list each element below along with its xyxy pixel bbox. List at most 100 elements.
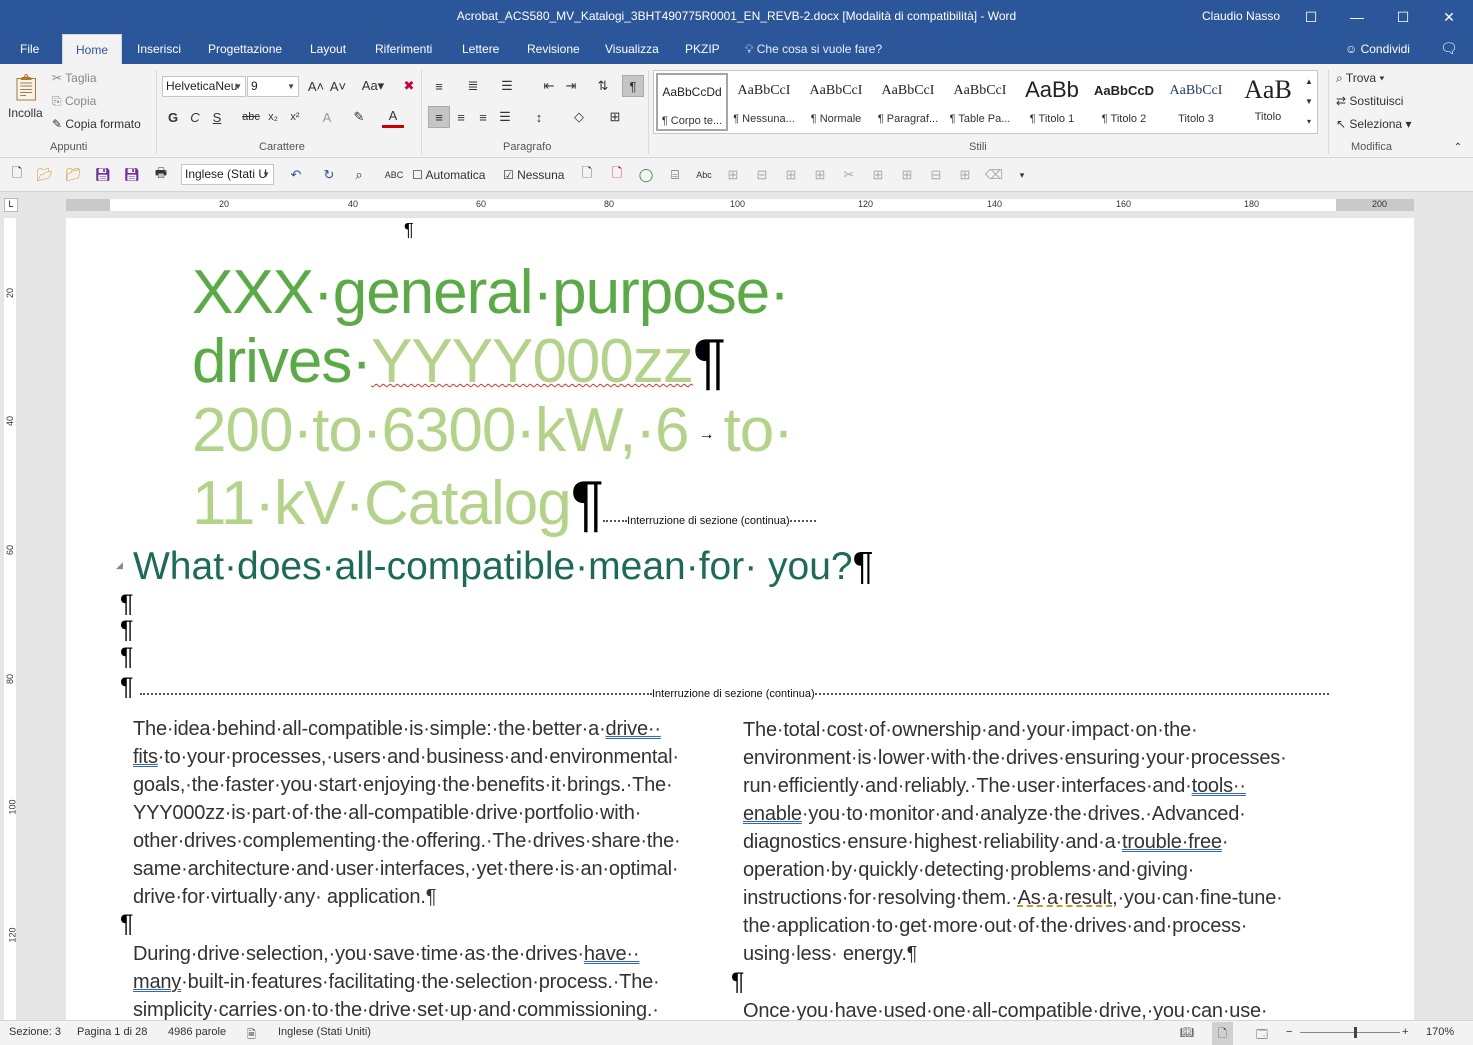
- table-insert-icon[interactable]: ⊞: [722, 164, 744, 186]
- tab-mailings[interactable]: Lettere: [456, 34, 505, 64]
- find-button[interactable]: ⌕ Trova ▾: [1336, 71, 1384, 86]
- page-alert-icon[interactable]: 🗋︎: [606, 164, 628, 186]
- tab-references[interactable]: Riferimenti: [369, 34, 438, 64]
- document-page[interactable]: ¶ XXX·general·purpose· drives·YYYY000zz¶…: [66, 218, 1414, 1020]
- tab-insert[interactable]: Inserisci: [131, 34, 187, 64]
- zoom-in-icon[interactable]: +: [1402, 1026, 1408, 1038]
- tab-view[interactable]: Visualizza: [599, 34, 665, 64]
- styles-more-icon[interactable]: ▾: [1302, 111, 1316, 131]
- styles-scroll-up-icon[interactable]: ▲: [1302, 71, 1316, 91]
- page-indicator[interactable]: Pagina 1 di 28: [77, 1026, 147, 1038]
- table-row-icon[interactable]: ⊞: [780, 164, 802, 186]
- table-cut-icon[interactable]: ✂: [838, 164, 860, 186]
- style-heading-3[interactable]: AaBbCcI Titolo 3: [1160, 73, 1232, 131]
- align-left-icon[interactable]: ≡: [428, 106, 450, 128]
- table-delete-icon[interactable]: ⊟: [751, 164, 773, 186]
- table-eraser-icon[interactable]: ⌫: [983, 164, 1005, 186]
- zoom-slider-track[interactable]: [1300, 1032, 1400, 1033]
- tab-design[interactable]: Progettazione: [202, 34, 288, 64]
- grow-font-icon[interactable]: A˄: [305, 75, 327, 97]
- underline-icon[interactable]: S: [206, 106, 228, 128]
- table-split-icon[interactable]: ⊞: [896, 164, 918, 186]
- line-spacing-icon[interactable]: ↕: [528, 106, 550, 128]
- format-painter-button[interactable]: ✎ Copia formato: [52, 117, 141, 131]
- multilevel-list-icon[interactable]: ☰: [496, 75, 518, 97]
- comments-icon[interactable]: 🗨︎: [1440, 40, 1458, 57]
- tab-home[interactable]: Home: [62, 34, 122, 64]
- font-name-combobox[interactable]: HelveticaNeu ▼: [162, 76, 246, 97]
- section-indicator[interactable]: Sezione: 3: [9, 1026, 61, 1038]
- abc-icon[interactable]: Abc: [693, 164, 715, 186]
- style-list-paragraph[interactable]: AaBbCcI ¶ Paragraf...: [872, 73, 944, 131]
- style-heading-2[interactable]: AaBbCcD ¶ Titolo 2: [1088, 73, 1160, 131]
- automatic-checkbox[interactable]: ☐ Automatica: [412, 168, 485, 182]
- style-normal[interactable]: AaBbCcI ¶ Normale: [800, 73, 872, 131]
- minimize-icon[interactable]: —: [1334, 0, 1380, 34]
- shading-icon[interactable]: ◇: [568, 106, 590, 128]
- new-document-icon[interactable]: 🗋︎: [6, 164, 28, 186]
- strikethrough-icon[interactable]: abc: [240, 106, 262, 128]
- sort-icon[interactable]: ⇅: [592, 75, 614, 97]
- share-button[interactable]: ☺ Condividi: [1345, 34, 1410, 64]
- open-folder-icon[interactable]: 📂︎: [34, 164, 56, 186]
- style-no-spacing[interactable]: AaBbCcI ¶ Nessuna...: [728, 73, 800, 131]
- page-break-icon[interactable]: ⌸: [664, 164, 686, 186]
- decrease-indent-icon[interactable]: ⇤: [538, 75, 560, 97]
- style-body-text[interactable]: AaBbCcDd ¶ Corpo te...: [656, 73, 728, 131]
- save-icon[interactable]: 💾︎: [92, 164, 114, 186]
- borders-icon[interactable]: ⊞: [604, 106, 626, 128]
- none-checkbox[interactable]: ☑ Nessuna: [503, 168, 564, 182]
- close-icon[interactable]: ✕: [1426, 0, 1472, 34]
- paste-button[interactable]: Incolla: [8, 106, 43, 120]
- increase-indent-icon[interactable]: ⇥: [560, 75, 582, 97]
- style-table-paragraph[interactable]: AaBbCcI ¶ Table Pa...: [944, 73, 1016, 131]
- superscript-icon[interactable]: x²: [284, 106, 306, 128]
- print-icon[interactable]: 🖶︎: [150, 164, 172, 186]
- italic-icon[interactable]: C: [184, 106, 206, 128]
- zoom-level[interactable]: 170%: [1426, 1026, 1454, 1038]
- maximize-icon[interactable]: ☐: [1380, 0, 1426, 34]
- style-title[interactable]: AaB Titolo: [1232, 73, 1304, 131]
- styles-scroll-down-icon[interactable]: ▼: [1302, 91, 1316, 111]
- tell-me-search[interactable]: 💡︎ Che cosa si vuole fare?: [745, 34, 882, 64]
- highlight-icon[interactable]: ✎: [348, 106, 370, 128]
- folder-icon[interactable]: 📁︎: [62, 164, 84, 186]
- tab-layout[interactable]: Layout: [304, 34, 352, 64]
- tab-review[interactable]: Revisione: [521, 34, 586, 64]
- ribbon-display-options-icon[interactable]: ☐: [1288, 0, 1334, 34]
- tab-selector[interactable]: L: [4, 198, 18, 212]
- proofing-icon[interactable]: 🗎︎: [247, 1026, 256, 1045]
- save-as-icon[interactable]: 💾︎: [121, 164, 143, 186]
- circle-icon[interactable]: ◯: [635, 164, 657, 186]
- justify-icon[interactable]: ☰: [494, 106, 516, 128]
- table-remove-icon[interactable]: ⊟: [925, 164, 947, 186]
- user-name[interactable]: Claudio Nasso: [1202, 9, 1280, 23]
- find-icon[interactable]: ⌕: [348, 164, 370, 186]
- zoom-out-icon[interactable]: −: [1286, 1026, 1292, 1038]
- language-indicator[interactable]: Inglese (Stati Uniti): [278, 1026, 371, 1038]
- font-size-combobox[interactable]: 9 ▼: [247, 76, 299, 97]
- read-mode-icon[interactable]: 📖︎: [1180, 1026, 1194, 1039]
- page-icon[interactable]: 🗋︎: [576, 164, 598, 186]
- zoom-slider-thumb[interactable]: [1354, 1027, 1357, 1038]
- subscript-icon[interactable]: x₂: [262, 106, 284, 128]
- paste-icon[interactable]: 📋︎: [10, 70, 43, 104]
- bold-icon[interactable]: G: [162, 106, 184, 128]
- language-combobox[interactable]: Inglese (Stati U ▼: [181, 164, 274, 185]
- collapse-triangle-icon[interactable]: ◢: [116, 560, 123, 571]
- tab-pkzip[interactable]: PKZIP: [679, 34, 726, 64]
- cut-button[interactable]: ✂ Taglia: [52, 71, 97, 85]
- align-right-icon[interactable]: ≡: [472, 106, 494, 128]
- clear-formatting-icon[interactable]: ✖: [398, 75, 420, 97]
- bullets-icon[interactable]: ≡: [428, 75, 450, 97]
- table-grid-icon[interactable]: ⊞: [954, 164, 976, 186]
- shrink-font-icon[interactable]: A˅: [327, 75, 349, 97]
- align-center-icon[interactable]: ≡: [450, 106, 472, 128]
- vertical-ruler[interactable]: 20 40 60 80 100 120: [4, 218, 18, 1020]
- change-case-icon[interactable]: Aa▾: [358, 75, 388, 97]
- select-button[interactable]: ↖ Seleziona ▾: [1336, 117, 1411, 131]
- print-layout-icon[interactable]: 🗋︎: [1212, 1022, 1233, 1045]
- copy-button[interactable]: ⎘ Copia: [52, 94, 96, 109]
- web-layout-icon[interactable]: 🗔︎: [1256, 1026, 1268, 1045]
- tab-file[interactable]: File: [14, 34, 45, 64]
